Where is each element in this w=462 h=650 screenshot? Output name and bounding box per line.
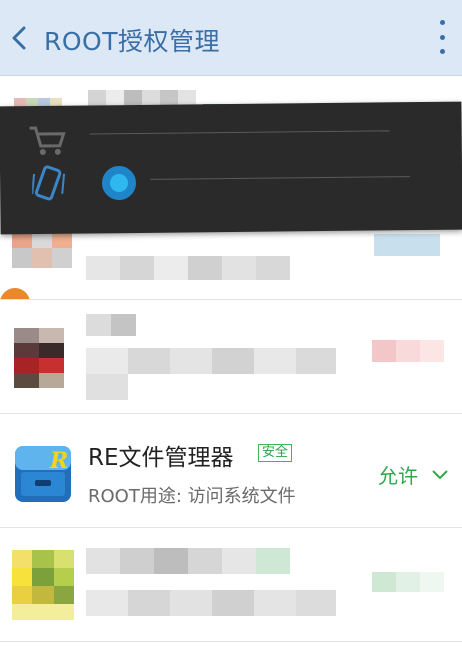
list-item-re-file-manager[interactable]: R RE文件管理器 安全 ROOT用途: 访问系统文件 允许 (0, 414, 462, 528)
shopping-cart-icon (29, 126, 66, 155)
page-title: ROOT授权管理 (44, 27, 220, 56)
back-button[interactable] (4, 18, 34, 58)
list-item[interactable] (0, 528, 462, 642)
overlay-divider (150, 176, 411, 180)
app-name-obscured (86, 314, 136, 336)
root-usage-text: ROOT用途: 访问系统文件 (88, 486, 296, 507)
title-bar: ROOT授权管理 (0, 0, 462, 76)
svg-text:R: R (49, 448, 68, 474)
more-vertical-icon (439, 20, 445, 25)
chevron-left-icon (12, 26, 26, 50)
permission-dropdown[interactable]: 允许 (378, 460, 448, 489)
safe-badge: 安全 (258, 444, 293, 462)
app-icon (14, 328, 64, 388)
usage-obscured (86, 590, 336, 616)
usage-obscured (86, 256, 290, 280)
permission-label: 允许 (378, 464, 418, 488)
app-name: RE文件管理器 (88, 445, 234, 471)
overlay-bar (0, 101, 462, 235)
usage-obscured (86, 348, 336, 400)
more-options-button[interactable] (434, 20, 450, 54)
phone-vibrate-icon (31, 165, 66, 201)
re-file-manager-icon: R (15, 446, 71, 502)
floating-ball-icon[interactable] (96, 160, 142, 206)
overlay-divider (89, 130, 390, 135)
app-icon (12, 550, 74, 620)
chevron-down-icon (432, 469, 448, 479)
list-item[interactable] (0, 300, 462, 414)
pumpkin-icon (0, 288, 30, 299)
app-name-obscured (86, 548, 290, 574)
